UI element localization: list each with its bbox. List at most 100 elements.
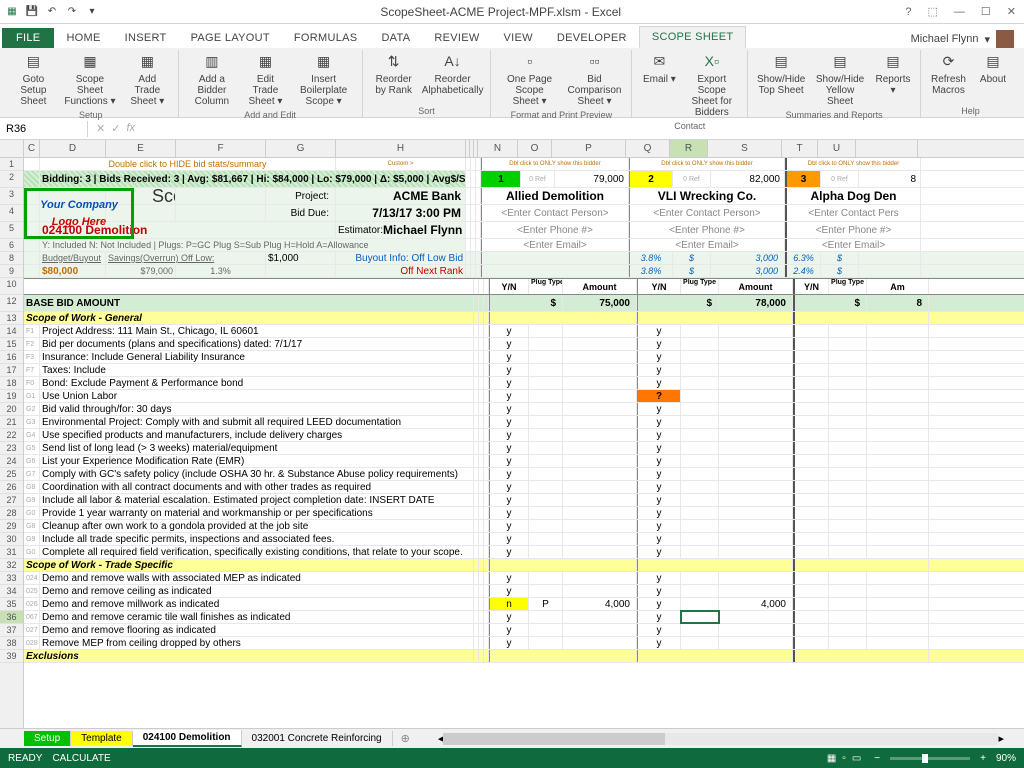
cell[interactable] xyxy=(681,572,719,584)
col-header[interactable]: N xyxy=(478,140,518,157)
row-header[interactable]: 32 xyxy=(0,559,23,572)
page-break-icon[interactable]: ▭ xyxy=(849,753,864,764)
tab-view[interactable]: VIEW xyxy=(492,28,545,48)
row-header[interactable]: 23 xyxy=(0,442,23,455)
user-area[interactable]: Michael Flynn ▾ xyxy=(911,30,1022,48)
row-header[interactable]: 29 xyxy=(0,520,23,533)
row-header[interactable]: 25 xyxy=(0,468,23,481)
row-header[interactable]: 26 xyxy=(0,481,23,494)
export-button[interactable]: X▫Export Scope Sheet for Bidders xyxy=(682,50,741,120)
row-header[interactable]: 37 xyxy=(0,624,23,637)
row-header[interactable]: 33 xyxy=(0,572,23,585)
zoom-slider[interactable] xyxy=(890,757,970,760)
row-header[interactable]: 10 xyxy=(0,278,23,295)
col-header[interactable]: U xyxy=(818,140,856,157)
user-dropdown-icon[interactable]: ▾ xyxy=(984,33,990,46)
row-header[interactable]: 39 xyxy=(0,650,23,663)
col-header[interactable]: S xyxy=(708,140,782,157)
reorder-alpha-button[interactable]: A↓Reorder Alphabetically xyxy=(421,50,485,105)
col-header[interactable]: H xyxy=(336,140,466,157)
insert-boilerplate-button[interactable]: ▦Insert Boilerplate Scope ▾ xyxy=(292,50,356,109)
user-avatar[interactable] xyxy=(996,30,1014,48)
tab-file[interactable]: FILE xyxy=(2,28,54,48)
maximize-icon[interactable]: ☐ xyxy=(977,5,995,18)
redo-icon[interactable]: ↷ xyxy=(64,4,80,20)
col-header[interactable]: F xyxy=(176,140,266,157)
row-header[interactable]: 20 xyxy=(0,403,23,416)
tab-scope-sheet[interactable]: Scope Sheet xyxy=(639,26,747,48)
minimize-icon[interactable]: — xyxy=(950,6,969,18)
row-header[interactable]: 3 xyxy=(0,188,23,205)
cell[interactable] xyxy=(681,637,719,649)
bidder3-contact[interactable]: <Enter Contact Pers xyxy=(785,205,921,221)
add-trade-sheet-button[interactable]: ▦Add Trade Sheet ▾ xyxy=(123,50,171,109)
row-header[interactable]: 34 xyxy=(0,585,23,598)
about-button[interactable]: ▤About xyxy=(972,50,1014,105)
zoom-out-icon[interactable]: − xyxy=(874,753,880,764)
add-bidder-button[interactable]: ▥Add a Bidder Column xyxy=(185,50,240,109)
bidder2-contact[interactable]: <Enter Contact Person> xyxy=(629,205,785,221)
sheet-tab-concrete[interactable]: 032001 Concrete Reinforcing xyxy=(242,731,393,746)
row-header[interactable]: 14 xyxy=(0,325,23,338)
row-header[interactable]: 17 xyxy=(0,364,23,377)
row-header[interactable]: 12 xyxy=(0,295,23,312)
sheet-tab-setup[interactable]: Setup xyxy=(24,731,71,746)
reorder-rank-button[interactable]: ⇅Reorder by Rank xyxy=(369,50,419,105)
row-header[interactable]: 16 xyxy=(0,351,23,364)
edit-trade-button[interactable]: ▦Edit Trade Sheet ▾ xyxy=(241,50,289,109)
email-button[interactable]: ✉Email ▾ xyxy=(638,50,680,120)
cells[interactable]: Double click to HIDE bid stats/summary C… xyxy=(24,158,1024,728)
row-header[interactable]: 8 xyxy=(0,252,23,265)
bidder1-contact[interactable]: <Enter Contact Person> xyxy=(481,205,629,221)
col-header[interactable]: E xyxy=(106,140,176,157)
row-header[interactable]: 35 xyxy=(0,598,23,611)
col-header[interactable]: Q xyxy=(626,140,670,157)
normal-view-icon[interactable]: ▦ xyxy=(824,753,839,764)
row-header[interactable]: 4 xyxy=(0,205,23,222)
col-header[interactable]: P xyxy=(552,140,626,157)
row-header[interactable]: 5 xyxy=(0,222,23,239)
cell[interactable] xyxy=(681,598,719,610)
sheet-tab-demolition[interactable]: 024100 Demolition xyxy=(133,730,242,747)
refresh-macros-button[interactable]: ⟳Refresh Macros xyxy=(927,50,970,105)
qat-dropdown-icon[interactable]: ▾ xyxy=(84,4,100,20)
zoom-thumb[interactable] xyxy=(922,754,928,763)
col-header[interactable]: G xyxy=(266,140,336,157)
selected-cell[interactable] xyxy=(681,611,719,623)
col-header[interactable]: T xyxy=(782,140,818,157)
tab-home[interactable]: HOME xyxy=(54,28,112,48)
tab-insert[interactable]: INSERT xyxy=(113,28,179,48)
row-header[interactable]: 30 xyxy=(0,533,23,546)
add-sheet-button[interactable]: ⊕ xyxy=(393,730,418,747)
scroll-right-icon[interactable]: ▸ xyxy=(998,732,1004,745)
tab-formulas[interactable]: FORMULAS xyxy=(282,28,370,48)
scope-sheet-functions-button[interactable]: ▦Scope Sheet Functions ▾ xyxy=(59,50,121,109)
row-header[interactable]: 15 xyxy=(0,338,23,351)
one-page-button[interactable]: ▫One Page Scope Sheet ▾ xyxy=(497,50,561,109)
ribbon-options-icon[interactable]: ⬚ xyxy=(924,5,942,18)
show-yellow-button[interactable]: ▤Show/Hide Yellow Sheet xyxy=(810,50,870,109)
row-header[interactable]: 24 xyxy=(0,455,23,468)
tab-data[interactable]: DATA xyxy=(369,28,422,48)
bidder3-phone[interactable]: <Enter Phone #> xyxy=(785,222,921,238)
row-header[interactable]: 28 xyxy=(0,507,23,520)
formula-input[interactable] xyxy=(143,127,1024,131)
scrollbar-thumb[interactable] xyxy=(443,733,665,745)
bid-comparison-button[interactable]: ▫▫Bid Comparison Sheet ▾ xyxy=(564,50,626,109)
save-icon[interactable]: 💾 xyxy=(24,4,40,20)
row-header[interactable]: 13 xyxy=(0,312,23,325)
goto-setup-button[interactable]: ▤Goto Setup Sheet xyxy=(10,50,57,109)
row-header[interactable]: 38 xyxy=(0,637,23,650)
undo-icon[interactable]: ↶ xyxy=(44,4,60,20)
row-header[interactable]: 2 xyxy=(0,171,23,188)
help-icon[interactable]: ? xyxy=(901,6,915,18)
cell[interactable] xyxy=(681,624,719,636)
sheet-tab-template[interactable]: Template xyxy=(71,731,133,746)
select-all[interactable] xyxy=(0,140,24,157)
show-top-button[interactable]: ▤Show/Hide Top Sheet xyxy=(754,50,808,109)
row-header[interactable]: 9 xyxy=(0,265,23,278)
hide-stats-hint[interactable]: Double click to HIDE bid stats/summary xyxy=(40,158,336,170)
tab-page-layout[interactable]: PAGE LAYOUT xyxy=(179,28,282,48)
col-header[interactable]: O xyxy=(518,140,552,157)
zoom-in-icon[interactable]: + xyxy=(980,753,986,764)
